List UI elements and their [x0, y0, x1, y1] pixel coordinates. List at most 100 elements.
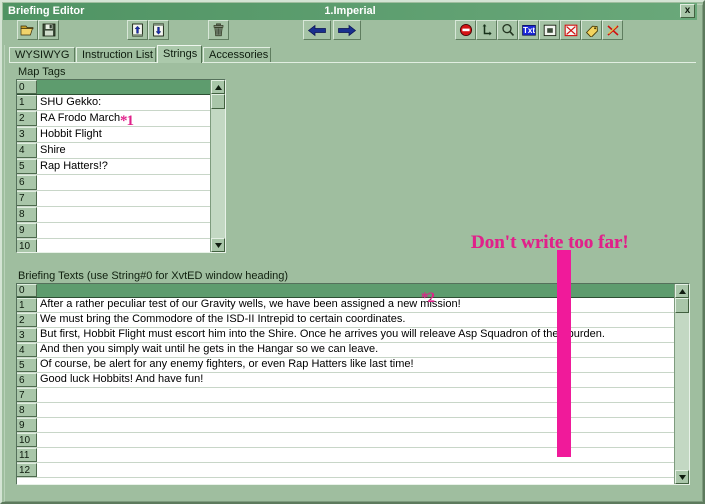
tab-accessories[interactable]: Accessories	[203, 47, 271, 63]
briefing-editor-screenshot: Briefing Editor 1.Imperial x Txt WYSIWYG…	[0, 0, 705, 504]
table-row[interactable]: 7	[17, 388, 689, 403]
table-row[interactable]: 8	[17, 207, 225, 223]
table-row[interactable]: 7	[17, 191, 225, 207]
row-text-cell[interactable]: SHU Gekko:	[37, 95, 225, 110]
row-text-cell[interactable]: And then you simply wait until he gets i…	[37, 343, 689, 357]
folder-open-icon	[20, 25, 34, 36]
row-text-cell[interactable]	[37, 175, 225, 190]
table-row[interactable]: 1 After a rather peculiar test of our Gra…	[17, 298, 689, 313]
scroll-down-arrow[interactable]	[675, 470, 689, 484]
table-row[interactable]: 11	[17, 448, 689, 463]
row-text-cell[interactable]: Rap Hatters!?	[37, 159, 225, 174]
table-row[interactable]: 1 SHU Gekko:	[17, 95, 225, 111]
move-button[interactable]	[476, 20, 497, 40]
delete-x-button[interactable]	[560, 20, 581, 40]
close-button[interactable]: x	[680, 4, 695, 18]
table-row[interactable]: 9	[17, 223, 225, 239]
tab-strings[interactable]: Strings	[157, 45, 202, 63]
scroll-down-arrow[interactable]	[211, 238, 225, 252]
page-button[interactable]	[539, 20, 560, 40]
tab-instruction-list[interactable]: Instruction List	[76, 47, 156, 63]
row-text-cell[interactable]: After a rather peculiar test of our Grav…	[37, 298, 689, 312]
table-row[interactable]: 9	[17, 418, 689, 433]
insert-after-button[interactable]	[148, 20, 169, 40]
row-text-cell[interactable]	[37, 433, 689, 447]
table-row[interactable]: 3 But first, Hobbit Flight must escort hi…	[17, 328, 689, 343]
row-number: 5	[17, 159, 37, 174]
table-row[interactable]: 3 Hobbit Flight	[17, 127, 225, 143]
row-text-cell[interactable]	[37, 239, 225, 252]
row-text-cell[interactable]	[37, 207, 225, 222]
row-text-cell[interactable]	[37, 418, 689, 432]
row-number: 12	[17, 463, 37, 477]
row-text-cell[interactable]	[37, 80, 225, 94]
row-text-cell[interactable]	[37, 284, 689, 297]
scroll-thumb[interactable]	[675, 298, 689, 313]
row-text-cell[interactable]: RA Frodo March	[37, 111, 225, 126]
row-text-cell[interactable]: Good luck Hobbits! And have fun!	[37, 373, 689, 387]
mission-title: 1.Imperial	[324, 5, 376, 17]
table-row[interactable]: 2 We must bring the Commodore of the ISD-…	[17, 313, 689, 328]
briefing-texts-rows: 0 1 After a rather peculiar test of our Gr…	[17, 284, 689, 478]
row-text-cell[interactable]	[37, 223, 225, 238]
row-text-cell[interactable]	[37, 463, 689, 477]
table-row[interactable]: 10	[17, 239, 225, 252]
row-text-cell[interactable]: Of course, be alert for any enemy fighte…	[37, 358, 689, 372]
table-row[interactable]: 5 Of course, be alert for any enemy fight…	[17, 358, 689, 373]
chevron-down-icon	[678, 474, 686, 480]
row-number: 5	[17, 358, 37, 372]
scroll-up-arrow[interactable]	[211, 80, 225, 94]
table-row[interactable]: 6 Good luck Hobbits! And have fun!	[17, 373, 689, 388]
briefing-texts-grid[interactable]: 0 1 After a rather peculiar test of our Gr…	[16, 283, 690, 485]
briefing-texts-scrollbar[interactable]	[674, 284, 689, 484]
next-button[interactable]	[333, 20, 361, 40]
table-row[interactable]: 6	[17, 175, 225, 191]
row-text-cell[interactable]	[37, 191, 225, 206]
move-arrow-icon	[482, 24, 492, 36]
text-button[interactable]: Txt	[518, 20, 539, 40]
row-text-cell[interactable]: Hobbit Flight	[37, 127, 225, 142]
table-row[interactable]: 5 Rap Hatters!?	[17, 159, 225, 175]
scroll-up-arrow[interactable]	[675, 284, 689, 298]
save-file-button[interactable]	[38, 20, 59, 40]
table-row[interactable]: 4 And then you simply wait until he gets …	[17, 343, 689, 358]
insert-before-button[interactable]	[127, 20, 148, 40]
row-text-cell[interactable]	[37, 388, 689, 402]
chevron-up-icon	[678, 288, 686, 294]
row-number: 4	[17, 343, 37, 357]
arrow-left-icon	[307, 24, 326, 36]
grid-header-row[interactable]: 0	[17, 284, 689, 298]
table-row[interactable]: 12	[17, 463, 689, 478]
previous-button[interactable]	[303, 20, 331, 40]
row-number: 0	[17, 80, 37, 94]
clear-all-button[interactable]	[602, 20, 623, 40]
open-file-button[interactable]	[17, 20, 38, 40]
stop-button[interactable]	[455, 20, 476, 40]
table-row[interactable]: 8	[17, 403, 689, 418]
floppy-disk-icon	[42, 23, 55, 37]
row-text-cell[interactable]: Shire	[37, 143, 225, 158]
insert-down-icon	[153, 23, 164, 37]
zoom-button[interactable]	[497, 20, 518, 40]
toolbar: Txt	[3, 20, 697, 45]
map-tags-grid[interactable]: 0 1 SHU Gekko: 2 RA Frodo March 3 Hobbit Fligh…	[16, 79, 226, 253]
row-text-cell[interactable]	[37, 403, 689, 417]
title-bar: Briefing Editor 1.Imperial x	[3, 3, 697, 20]
row-text-cell[interactable]	[37, 448, 689, 462]
grid-header-row[interactable]: 0	[17, 80, 225, 95]
delete-button[interactable]	[208, 20, 229, 40]
table-row[interactable]: 10	[17, 433, 689, 448]
table-row[interactable]: 4 Shire	[17, 143, 225, 159]
tab-label: Instruction List	[82, 49, 153, 61]
row-number: 1	[17, 95, 37, 110]
tab-strip: WYSIWYG Instruction List Strings Accesso…	[6, 45, 696, 63]
scroll-thumb[interactable]	[211, 94, 225, 109]
table-row[interactable]: 2 RA Frodo March	[17, 111, 225, 127]
tab-wysiwyg[interactable]: WYSIWYG	[9, 47, 75, 63]
row-text-cell[interactable]: We must bring the Commodore of the ISD-I…	[37, 313, 689, 327]
row-text-cell[interactable]: But first, Hobbit Flight must escort him…	[37, 328, 689, 342]
tag-button[interactable]	[581, 20, 602, 40]
row-number: 10	[17, 433, 37, 447]
map-tags-scrollbar[interactable]	[210, 80, 225, 252]
text-box-icon: Txt	[521, 24, 536, 36]
